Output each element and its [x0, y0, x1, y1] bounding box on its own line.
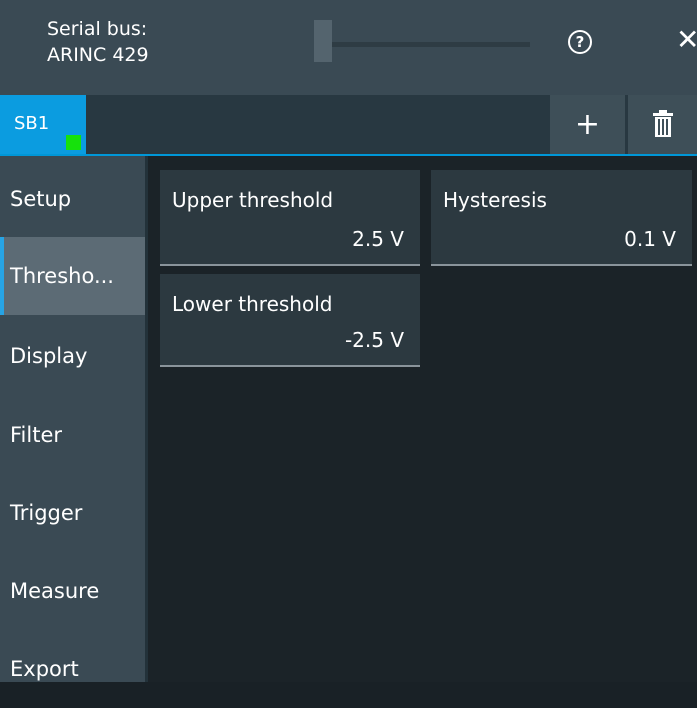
help-button[interactable]: ?	[568, 30, 592, 54]
tab-sb1-label: SB1	[14, 113, 50, 134]
dialog-title-line1: Serial bus:	[47, 18, 148, 40]
dialog-title: Serial bus: ARINC 429	[47, 16, 149, 68]
lower-threshold-value: -2.5 V	[344, 328, 404, 352]
lower-threshold-label: Lower threshold	[172, 292, 333, 316]
sidebar-item-trigger[interactable]: Trigger	[0, 474, 145, 552]
delete-button[interactable]	[628, 95, 697, 154]
slider-track[interactable]	[314, 42, 530, 47]
dialog-title-line2: ARINC 429	[47, 44, 149, 66]
dialog-header: Serial bus: ARINC 429 ? ✕	[0, 0, 697, 95]
add-button[interactable]: +	[550, 95, 625, 154]
hysteresis-field[interactable]: Hysteresis 0.1 V	[431, 170, 692, 266]
upper-threshold-label: Upper threshold	[172, 188, 334, 212]
sidebar-item-filter[interactable]: Filter	[0, 396, 145, 474]
hysteresis-value: 0.1 V	[624, 227, 676, 251]
tab-sb1[interactable]: SB1	[0, 95, 86, 154]
sidebar-item-threshold[interactable]: Thresho...	[0, 237, 145, 315]
lower-threshold-field[interactable]: Lower threshold -2.5 V	[160, 274, 420, 367]
sidebar-item-measure[interactable]: Measure	[0, 552, 145, 630]
slider-handle[interactable]	[314, 20, 332, 62]
sidebar-item-display[interactable]: Display	[0, 317, 145, 395]
sidebar-item-setup[interactable]: Setup	[0, 160, 145, 238]
tab-status-indicator	[66, 135, 81, 150]
tab-bar: SB1 +	[0, 95, 697, 156]
upper-threshold-field[interactable]: Upper threshold 2.5 V	[160, 170, 420, 266]
hysteresis-label: Hysteresis	[443, 188, 547, 212]
sidebar-item-export[interactable]: Export	[0, 630, 145, 708]
threshold-panel: Upper threshold 2.5 V Hysteresis 0.1 V L…	[148, 156, 697, 682]
sidebar: Setup Thresho... Display Filter Trigger …	[0, 156, 148, 682]
upper-threshold-value: 2.5 V	[352, 227, 404, 251]
trash-icon	[653, 110, 673, 137]
close-button[interactable]: ✕	[676, 26, 697, 54]
